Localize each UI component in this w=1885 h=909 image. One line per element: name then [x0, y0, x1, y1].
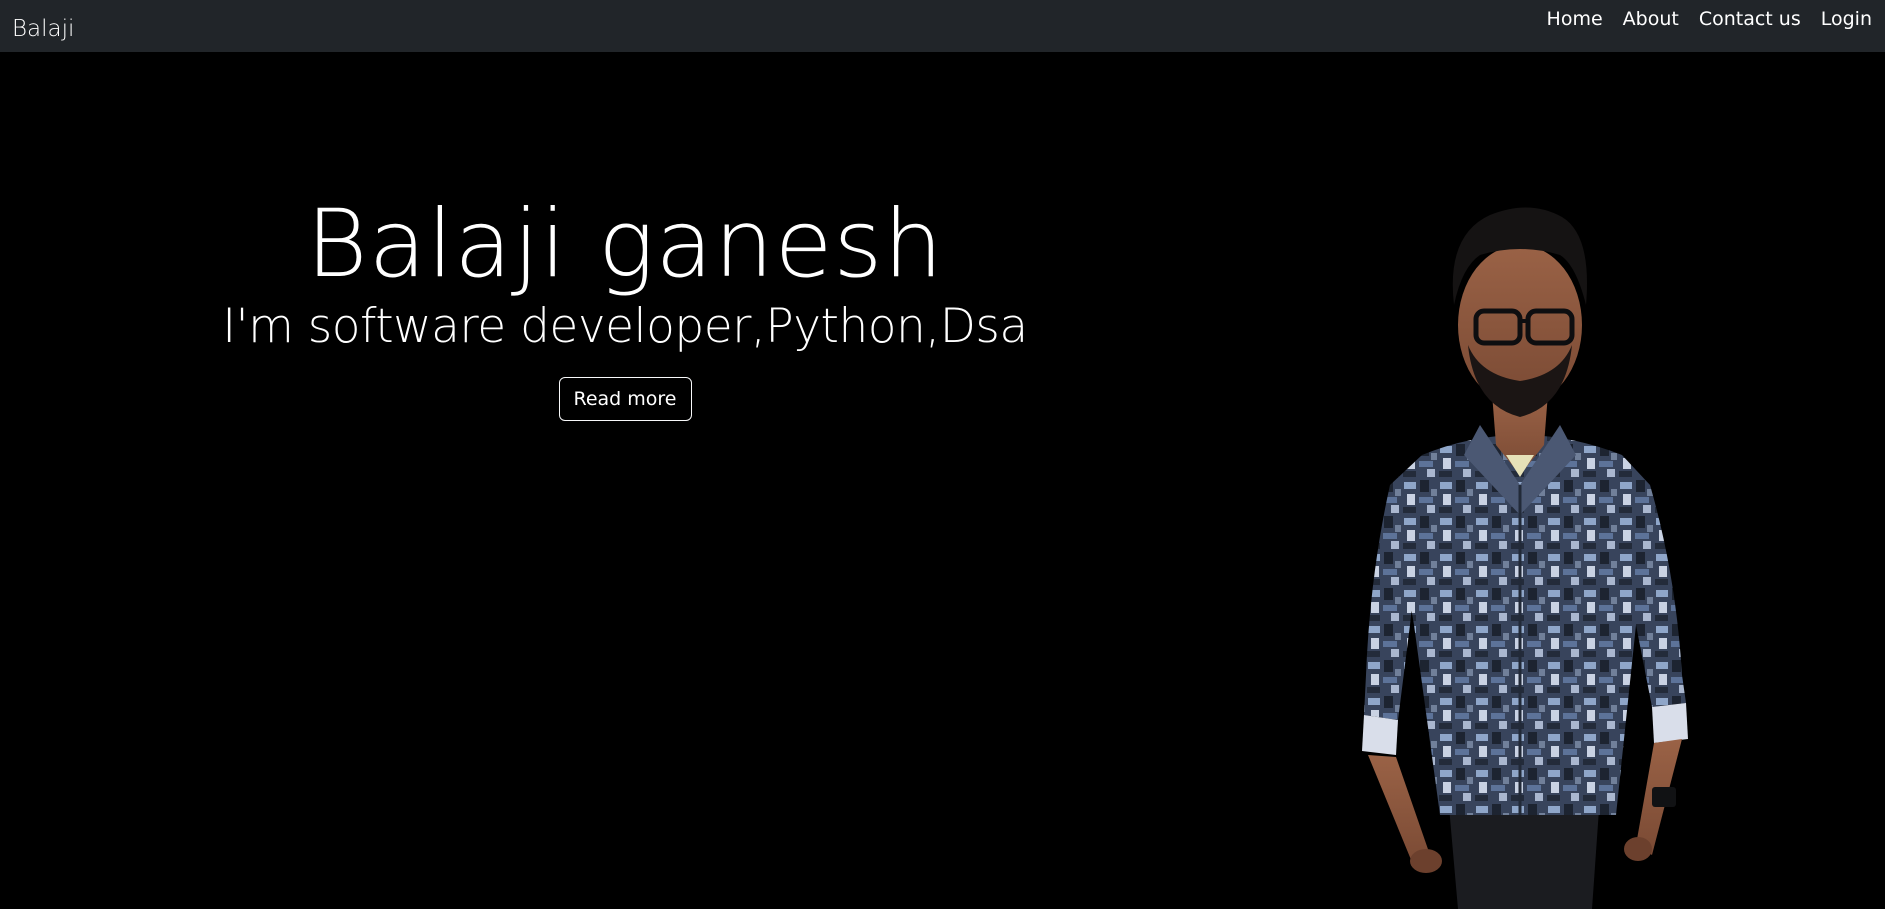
- nav-link-login[interactable]: Login: [1811, 8, 1882, 30]
- hero-subtitle: I'm software developer,Python,Dsa: [222, 299, 1028, 355]
- hero-title: Balaji ganesh: [306, 190, 944, 299]
- read-more-button[interactable]: Read more: [558, 376, 692, 421]
- nav-link-home[interactable]: Home: [1537, 8, 1613, 30]
- portrait-image: [1362, 207, 1688, 909]
- navbar: Balaji Home About Contact us Login: [0, 0, 1885, 52]
- hero-section: Balaji ganesh I'm software developer,Pyt…: [0, 52, 1885, 909]
- hero-text: Balaji ganesh I'm software developer,Pyt…: [0, 192, 1250, 421]
- nav-links: Home About Contact us Login: [1537, 0, 1882, 38]
- nav-link-about[interactable]: About: [1613, 8, 1689, 30]
- nav-link-contact[interactable]: Contact us: [1689, 8, 1811, 30]
- brand-link[interactable]: Balaji: [12, 18, 74, 41]
